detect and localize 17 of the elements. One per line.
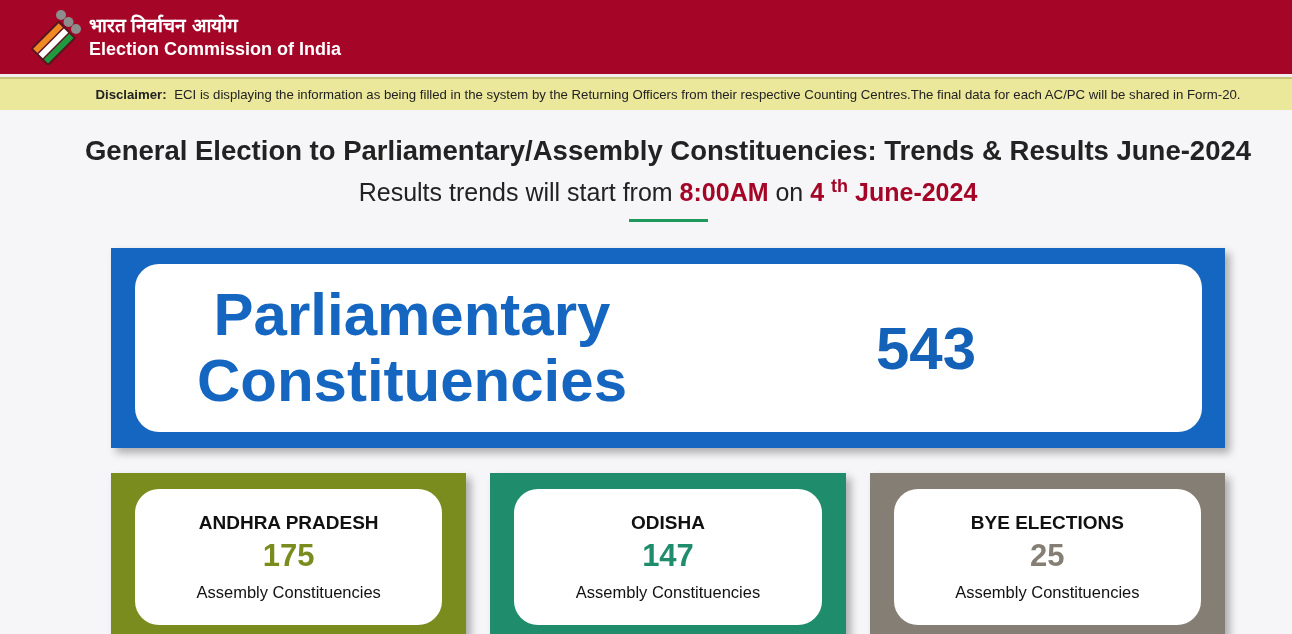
constituency-count: 543 [875, 313, 977, 383]
seat-count: 147 [642, 537, 694, 576]
seat-type-label: Assembly Constituencies [955, 582, 1140, 604]
logo-icon[interactable] [29, 9, 81, 65]
seat-type-label: Assembly Constituencies [575, 582, 761, 604]
disclaimer-text: Disclaimer: ECI is displaying the information as being filled in the system by the Returning Officers from their respective Counting Centres.The final data for each AC/PC will be shared in Form-20. [95, 87, 1241, 102]
constituency-label: Parliamentary Constituencies [195, 282, 629, 415]
org-name-hindi: भारत निर्वाचन आयोग [89, 14, 240, 38]
state-name: ANDHRA PRADESH [198, 511, 379, 536]
page-title: General Election to Parliamentary/Assembly Constituencies: Trends & Results June-2024 [84, 134, 1252, 168]
org-name: Election Commission of India [89, 38, 342, 60]
results-start-notice: Results trends will start from 8:00AM on 4 $^{th}$ June-2024 [358, 175, 978, 209]
state-name: BYE ELECTIONS [970, 511, 1124, 536]
state-name: ODISHA [631, 511, 705, 536]
seat-type-label: Assembly Constituencies [196, 582, 381, 604]
seat-count: 175 [262, 537, 315, 576]
seat-count: 25 [1030, 537, 1065, 576]
